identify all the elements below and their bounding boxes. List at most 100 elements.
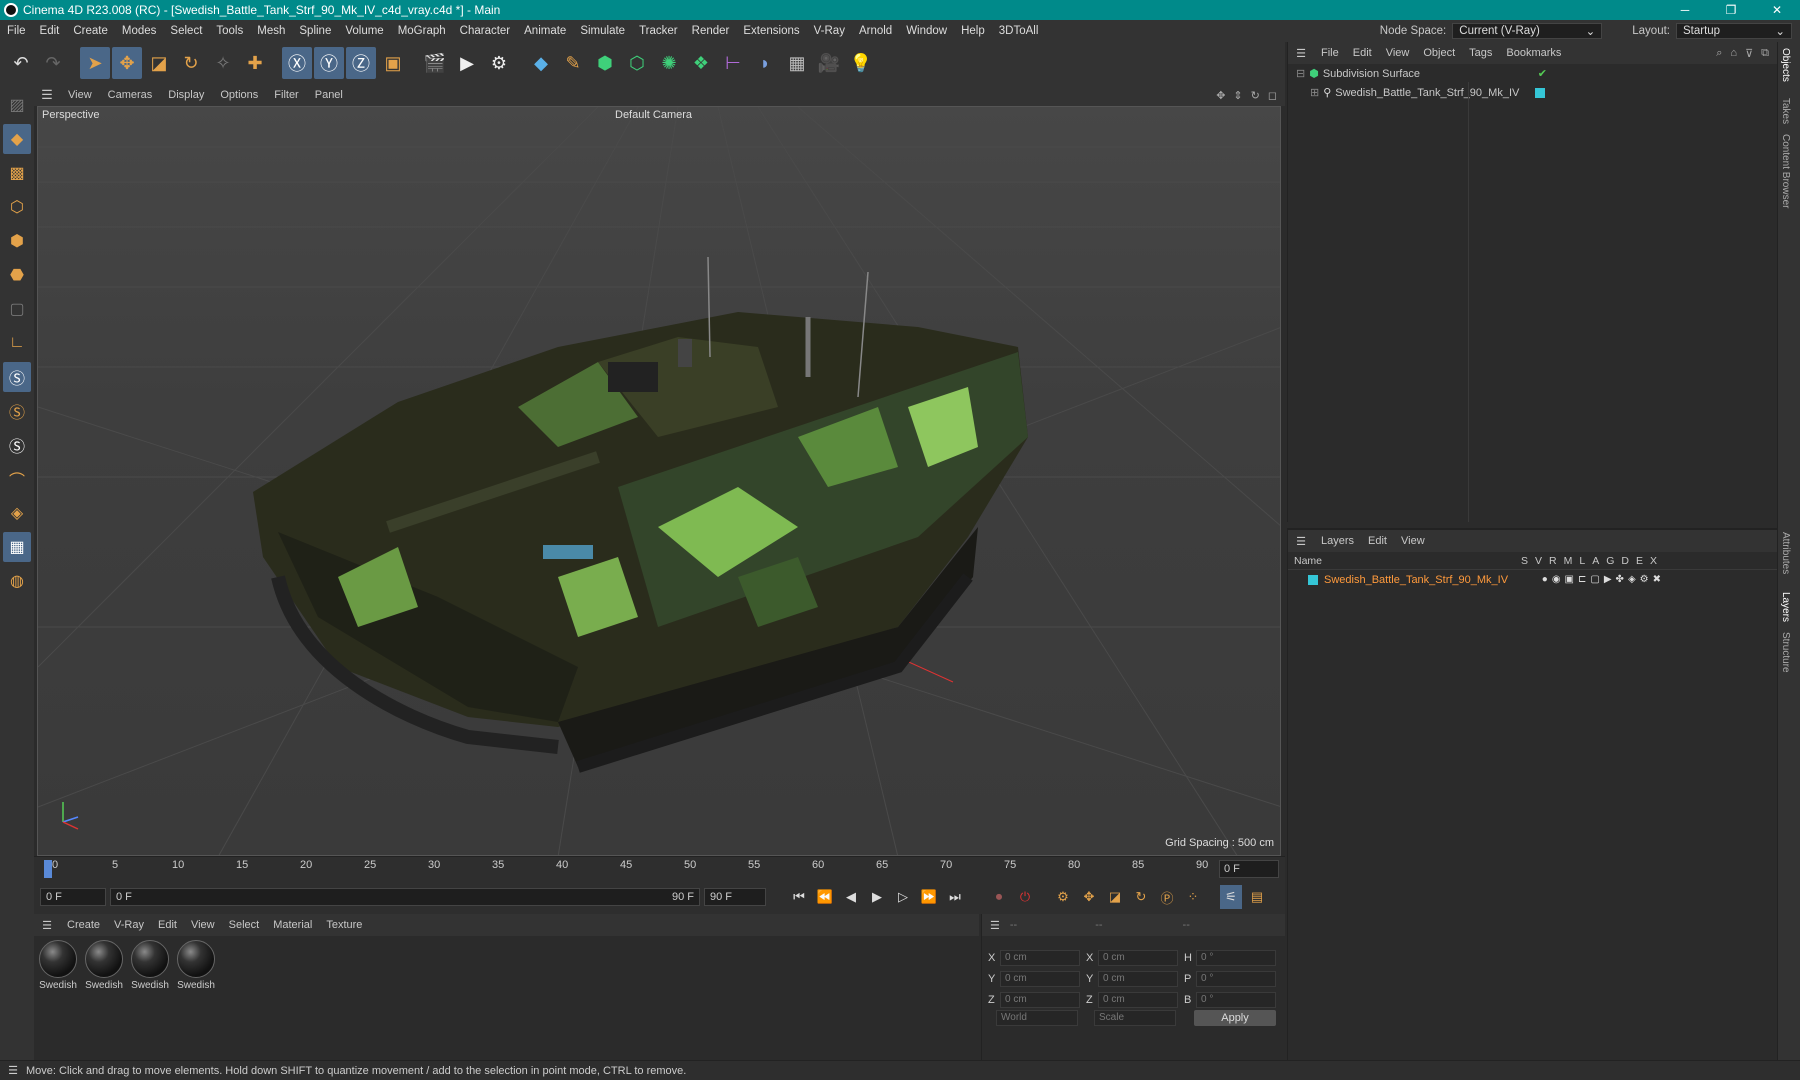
position-z-field[interactable]: 0 cm [1000,992,1080,1008]
key-rotation-icon[interactable]: ↻ [1130,885,1152,909]
coordinate-system-icon[interactable]: ▣ [378,47,408,79]
cube-primitive-icon[interactable]: ◆ [526,47,556,79]
apply-button[interactable]: Apply [1194,1010,1276,1026]
menu-3dtoall[interactable]: 3DToAll [992,25,1046,37]
texture-mode-icon[interactable]: ▩ [3,158,31,188]
go-to-end-icon[interactable]: ⏭ [944,885,966,909]
start-frame-field[interactable]: 0 F [40,888,106,906]
viewport-menu-cameras[interactable]: Cameras [100,89,161,101]
render-toggle-icon[interactable]: ▣ [1565,574,1574,585]
menu-create[interactable]: Create [66,25,115,37]
close-button[interactable]: ✕ [1754,3,1800,17]
key-position-icon[interactable]: ✥ [1078,885,1100,909]
floor-icon[interactable]: ▦ [782,47,812,79]
menu-render[interactable]: Render [685,25,737,37]
size-y-field[interactable]: 0 cm [1098,971,1178,987]
layout-dropdown[interactable]: Startup ⌄ [1676,23,1792,39]
previous-key-icon[interactable]: ⏪ [814,885,836,909]
redo-icon[interactable]: ↷ [38,47,68,79]
hamburger-menu-icon[interactable]: ☰ [0,1064,26,1077]
position-x-field[interactable]: 0 cm [1000,950,1080,966]
menu-window[interactable]: Window [899,25,954,37]
expression-toggle-icon[interactable]: ⚙ [1640,574,1649,585]
uv-mode-icon[interactable]: ▢ [3,294,31,324]
render-settings-icon[interactable]: ⚙ [484,47,514,79]
menu-tracker[interactable]: Tracker [632,25,685,37]
rotation-h-field[interactable]: 0 ° [1196,950,1276,966]
key-pla-icon[interactable]: ⁘ [1182,885,1204,909]
object-menu-bookmarks[interactable]: Bookmarks [1499,47,1568,59]
mograph-cloner-icon[interactable]: ✺ [654,47,684,79]
quantize-icon[interactable]: Ⓢ [3,430,31,460]
menu-extensions[interactable]: Extensions [736,25,806,37]
hamburger-menu-icon[interactable]: ☰ [34,919,60,932]
tree-expand-icon[interactable]: ⊞ [1310,86,1319,99]
object-menu-file[interactable]: File [1314,47,1346,59]
x-axis-lock-icon[interactable]: Ⓧ [282,47,312,79]
menu-animate[interactable]: Animate [517,25,573,37]
camera-name[interactable]: Default Camera [615,109,692,121]
layer-menu-layers[interactable]: Layers [1314,535,1361,547]
axis-mode-icon[interactable]: ∟ [3,328,31,358]
material-swatch[interactable]: Swedish [82,940,126,991]
3d-viewport[interactable]: Perspective Default Camera Grid Spacing … [37,106,1281,856]
select-tool-icon[interactable]: ➤ [80,47,110,79]
viewport-menu-panel[interactable]: Panel [307,89,351,101]
menu-spline[interactable]: Spline [292,25,338,37]
generator-toggle-icon[interactable]: ✤ [1616,574,1624,585]
render-view-icon[interactable]: ▶ [452,47,482,79]
home-icon[interactable]: ⌂ [1730,47,1737,60]
hamburger-menu-icon[interactable]: ☰ [990,919,1000,932]
layer-menu-edit[interactable]: Edit [1361,535,1394,547]
menu-tools[interactable]: Tools [209,25,250,37]
next-frame-icon[interactable]: ▷ [892,885,914,909]
key-scale-icon[interactable]: ◪ [1104,885,1126,909]
go-to-start-icon[interactable]: ⏮ [788,885,810,909]
end-frame-field[interactable]: 90 F [704,888,766,906]
tab-structure[interactable]: Structure [1780,632,1791,673]
maximize-view-icon[interactable]: ◻ [1268,89,1277,102]
tab-objects[interactable]: Objects [1780,48,1791,82]
layer-color-swatch[interactable] [1308,574,1318,585]
menu-mesh[interactable]: Mesh [250,25,292,37]
material-swatch[interactable]: Swedish [174,940,218,991]
tab-layers[interactable]: Layers [1780,592,1791,622]
make-editable-icon[interactable]: ▨ [3,90,31,120]
auto-key-icon[interactable]: ⏻ [1014,885,1036,909]
previous-frame-icon[interactable]: ◀ [840,885,862,909]
field-icon[interactable]: ⊢ [718,47,748,79]
node-space-dropdown[interactable]: Current (V-Ray) ⌄ [1452,23,1603,39]
filter-icon[interactable]: ⊽ [1745,47,1753,60]
frame-range-slider[interactable]: 0 F 90 F [110,888,700,906]
rotation-p-field[interactable]: 0 ° [1196,971,1276,987]
point-mode-icon[interactable]: ⬡ [3,192,31,222]
edge-mode-icon[interactable]: ⬢ [3,226,31,256]
tab-attributes[interactable]: Attributes [1780,532,1791,574]
menu-arnold[interactable]: Arnold [852,25,899,37]
tree-collapse-icon[interactable]: ⊟ [1296,67,1305,80]
enabled-checkmark-icon[interactable]: ✔ [1538,67,1547,80]
layer-menu-view[interactable]: View [1394,535,1432,547]
hamburger-menu-icon[interactable]: ☰ [34,87,60,103]
object-menu-edit[interactable]: Edit [1346,47,1379,59]
coordinate-space-dropdown[interactable]: World [996,1010,1078,1026]
light-icon[interactable]: 💡 [846,47,876,79]
material-menu-edit[interactable]: Edit [151,919,184,931]
rotation-b-field[interactable]: 0 ° [1196,992,1276,1008]
hamburger-menu-icon[interactable]: ☰ [1288,535,1314,548]
layer-color-swatch[interactable] [1535,87,1545,98]
object-menu-tags[interactable]: Tags [1462,47,1499,59]
viewport-menu-filter[interactable]: Filter [266,89,306,101]
deformer-toggle-icon[interactable]: ◈ [1628,574,1636,585]
material-menu-texture[interactable]: Texture [319,919,369,931]
camera-icon[interactable]: 🎥 [814,47,844,79]
render-region-icon[interactable]: 🎬 [420,47,450,79]
menu-vray[interactable]: V-Ray [807,25,852,37]
menu-edit[interactable]: Edit [33,25,67,37]
grid-plane-icon[interactable]: ▦ [3,532,31,562]
workplane-icon[interactable]: ◈ [3,498,31,528]
timeline-ruler[interactable]: 0 5 10 15 20 25 30 35 40 45 50 55 60 65 … [34,856,1285,880]
search-icon[interactable]: ⌕ [1716,47,1722,60]
playhead[interactable] [44,860,52,878]
minimize-button[interactable]: ─ [1662,3,1708,17]
